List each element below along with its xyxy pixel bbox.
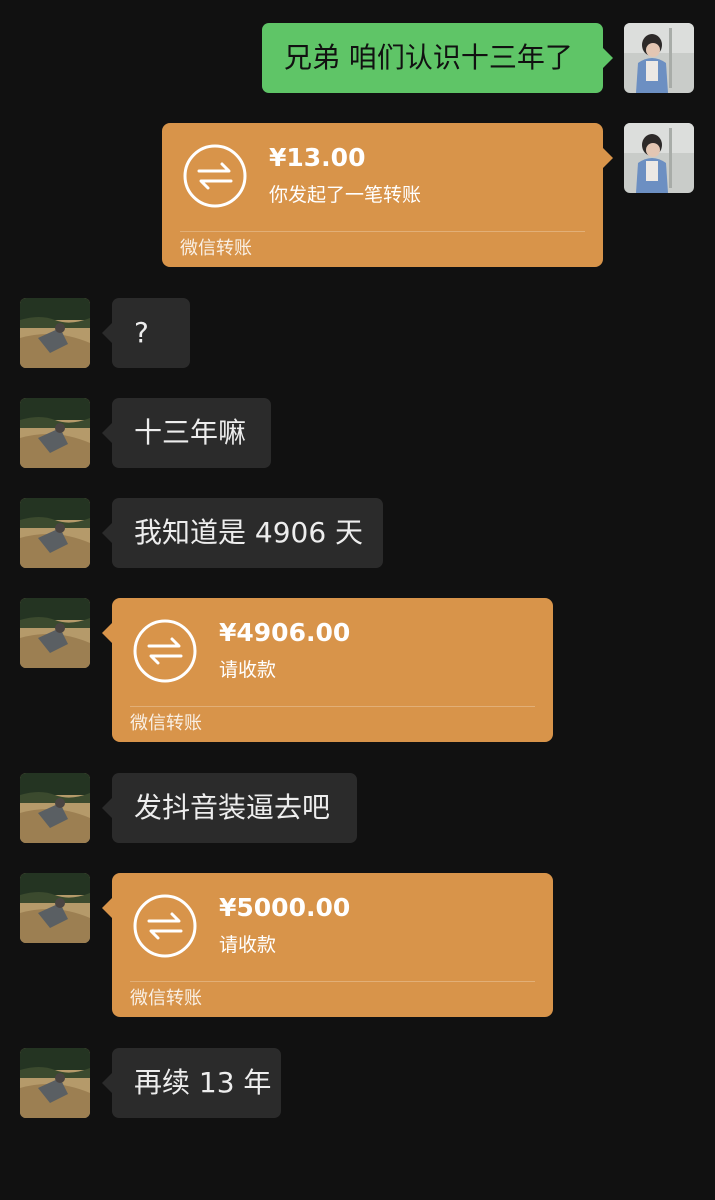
transfer-card[interactable]: ¥5000.00 请收款 微信转账	[102, 873, 553, 1017]
field-photo-avatar-icon	[20, 598, 90, 668]
message-text: 十三年嘛	[134, 416, 247, 449]
transfer-card[interactable]: ¥4906.00 请收款 微信转账	[102, 598, 553, 742]
message-text: 发抖音装逼去吧	[134, 791, 331, 824]
field-photo-avatar-icon	[20, 773, 90, 843]
self-avatar[interactable]	[624, 23, 694, 93]
other-text-bubble[interactable]: 我知道是 4906 天	[102, 498, 383, 568]
other-text-bubble[interactable]: ?	[102, 298, 190, 368]
message-text: 再续 13 年	[134, 1066, 272, 1099]
bubble-tail	[102, 323, 112, 343]
transfer-subtitle: 请收款	[219, 659, 277, 681]
other-avatar[interactable]	[20, 773, 90, 843]
transfer-footer: 微信转账	[130, 713, 202, 734]
self-avatar[interactable]	[624, 123, 694, 193]
field-photo-avatar-icon	[20, 398, 90, 468]
other-avatar[interactable]	[20, 298, 90, 368]
transfer-footer: 微信转账	[180, 238, 252, 259]
child-photo-avatar-icon	[624, 23, 694, 93]
message-text: 我知道是 4906 天	[134, 516, 364, 549]
other-text-bubble[interactable]: 十三年嘛	[102, 398, 271, 468]
bubble-tail	[603, 148, 613, 168]
transfer-subtitle: 请收款	[219, 934, 277, 956]
transfer-amount: ¥4906.00	[219, 618, 351, 647]
other-text-bubble[interactable]: 发抖音装逼去吧	[102, 773, 357, 843]
other-avatar[interactable]	[20, 598, 90, 668]
message-text: ?	[134, 316, 149, 349]
bubble-tail	[102, 1073, 112, 1093]
transfer-footer: 微信转账	[130, 988, 202, 1009]
transfer-amount: ¥13.00	[269, 143, 366, 172]
transfer-arrows-icon	[132, 893, 198, 959]
message-text: 兄弟 咱们认识十三年了	[284, 41, 573, 74]
transfer-card[interactable]: ¥13.00 你发起了一笔转账 微信转账	[162, 123, 613, 267]
transfer-arrows-icon	[132, 618, 198, 684]
other-avatar[interactable]	[20, 398, 90, 468]
divider	[180, 231, 585, 232]
bubble-tail	[102, 898, 112, 918]
transfer-arrows-icon	[182, 143, 248, 209]
field-photo-avatar-icon	[20, 498, 90, 568]
bubble-tail	[102, 798, 112, 818]
bubble-tail	[102, 623, 112, 643]
other-avatar[interactable]	[20, 1048, 90, 1118]
field-photo-avatar-icon	[20, 873, 90, 943]
field-photo-avatar-icon	[20, 298, 90, 368]
divider	[130, 706, 535, 707]
divider	[130, 981, 535, 982]
bubble-tail	[603, 48, 613, 68]
other-text-bubble[interactable]: 再续 13 年	[102, 1048, 281, 1118]
other-avatar[interactable]	[20, 498, 90, 568]
bubble-tail	[102, 523, 112, 543]
bubble-tail	[102, 423, 112, 443]
child-photo-avatar-icon	[624, 123, 694, 193]
self-text-bubble[interactable]: 兄弟 咱们认识十三年了	[262, 23, 613, 93]
transfer-amount: ¥5000.00	[219, 893, 351, 922]
field-photo-avatar-icon	[20, 1048, 90, 1118]
transfer-subtitle: 你发起了一笔转账	[269, 184, 422, 206]
other-avatar[interactable]	[20, 873, 90, 943]
